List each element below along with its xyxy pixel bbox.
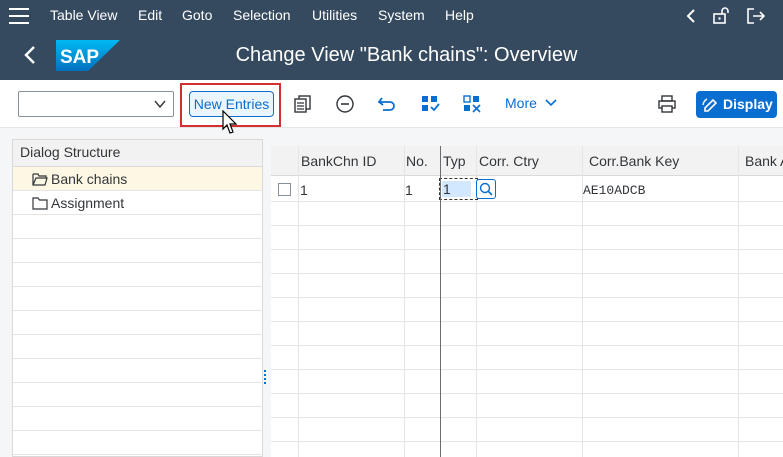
page-title: Change View "Bank chains": Overview (235, 44, 578, 66)
tree-item-assignment[interactable]: Assignment (13, 191, 262, 215)
row-divider (271, 225, 783, 226)
value-help-icon (479, 182, 493, 196)
copy-as-icon[interactable] (293, 94, 313, 114)
row-divider (271, 417, 783, 418)
column-resize-guide (440, 146, 441, 457)
unlock-icon[interactable] (712, 6, 730, 24)
tree-item-label: Bank chains (51, 171, 128, 187)
column-header-no[interactable]: No. (406, 153, 428, 169)
cell-typ-input[interactable]: 1 (439, 178, 478, 200)
table-header: BankChn ID No. Typ Corr. Ctry Corr.Bank … (271, 146, 783, 176)
menu-utilities[interactable]: Utilities (312, 7, 357, 23)
mouse-pointer-icon (222, 110, 238, 134)
delete-icon[interactable] (335, 94, 355, 114)
tree-row-empty (13, 263, 262, 287)
row-divider (271, 249, 783, 250)
hamburger-menu-icon[interactable] (9, 8, 29, 24)
cell-corr-bank-key[interactable]: AE10ADCB (583, 183, 645, 198)
tree-row-empty (13, 239, 262, 263)
tree-row-empty (13, 431, 262, 455)
row-divider (271, 393, 783, 394)
menu-edit[interactable]: Edit (138, 7, 162, 23)
row-divider (271, 273, 783, 274)
menu-bar: Table View Edit Goto Selection Utilities… (0, 0, 783, 31)
tree-row-empty (13, 287, 262, 311)
more-label: More (505, 95, 537, 111)
tree-row-empty (13, 311, 262, 335)
row-divider (271, 321, 783, 322)
dialog-structure-panel: Dialog Structure Bank chains Assignment (12, 139, 263, 457)
tree-row-empty (13, 335, 262, 359)
tree-row-empty (13, 359, 262, 383)
cell-typ-value: 1 (442, 181, 471, 197)
title-bar: SAP Change View "Bank chains": Overview (0, 31, 783, 80)
column-header-typ[interactable]: Typ (443, 153, 466, 169)
column-header-corr-ctry[interactable]: Corr. Ctry (479, 153, 539, 169)
row-divider (271, 441, 783, 442)
folder-icon (32, 197, 48, 210)
row-divider (271, 297, 783, 298)
panel-splitter[interactable] (264, 370, 267, 384)
chevron-down-icon (545, 99, 557, 107)
exit-icon[interactable] (746, 7, 766, 25)
menu-selection[interactable]: Selection (233, 7, 291, 23)
column-header-bank-a[interactable]: Bank A (745, 153, 783, 169)
chevron-left-icon[interactable] (684, 8, 698, 24)
cell-no[interactable]: 1 (405, 182, 413, 198)
tree-item-label: Assignment (51, 195, 125, 211)
tree-item-bank-chains[interactable]: Bank chains (13, 167, 262, 191)
chevron-down-icon[interactable] (153, 97, 167, 111)
deselect-all-icon[interactable] (462, 94, 482, 114)
column-divider (298, 146, 299, 457)
menu-table-view[interactable]: Table View (50, 7, 117, 23)
value-help-button[interactable] (476, 179, 496, 199)
row-select-checkbox[interactable] (278, 183, 291, 196)
tree-row-empty (13, 407, 262, 431)
menu-system[interactable]: System (378, 7, 425, 23)
tree-row-empty (13, 215, 262, 239)
row-divider (271, 345, 783, 346)
menu-goto[interactable]: Goto (182, 7, 212, 23)
row-divider (271, 201, 783, 202)
row-divider (271, 369, 783, 370)
undo-icon[interactable] (377, 94, 397, 114)
display-change-icon (702, 98, 718, 112)
print-icon[interactable] (657, 94, 677, 114)
bank-chains-table: BankChn ID No. Typ Corr. Ctry Corr.Bank … (271, 146, 783, 457)
dialog-structure-header: Dialog Structure (13, 140, 262, 167)
display-label: Display (723, 96, 773, 112)
column-header-corr-bank-key[interactable]: Corr.Bank Key (589, 153, 679, 169)
toolbar: New Entries More Display (0, 80, 783, 128)
folder-open-icon (32, 173, 48, 186)
command-field[interactable] (18, 91, 174, 117)
select-all-icon[interactable] (420, 94, 440, 114)
display-button[interactable]: Display (696, 91, 777, 118)
column-divider (738, 146, 739, 457)
column-header-bankchn-id[interactable]: BankChn ID (301, 153, 376, 169)
cell-bankchn-id[interactable]: 1 (300, 182, 308, 198)
menu-help[interactable]: Help (445, 7, 474, 23)
more-button[interactable]: More (505, 95, 557, 111)
tree-row-empty (13, 383, 262, 407)
